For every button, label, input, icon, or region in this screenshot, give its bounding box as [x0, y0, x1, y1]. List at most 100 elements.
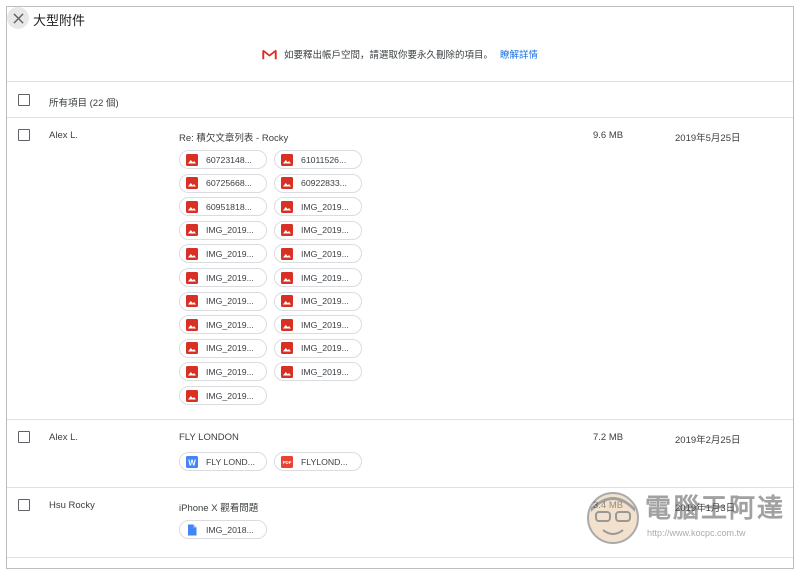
close-button[interactable] [7, 7, 29, 29]
attachment-name: 60725668... [206, 178, 252, 189]
svg-text:W: W [188, 458, 196, 467]
attachment-chip[interactable]: IMG_2019... [179, 291, 267, 311]
attachment-chip[interactable]: 60723148... [179, 150, 267, 169]
close-icon [12, 12, 24, 24]
image-file-icon [186, 389, 198, 402]
attachment-name: IMG_2019... [301, 201, 349, 212]
attachment-name: IMG_2019... [301, 319, 349, 330]
attachment-name: IMG_2019... [301, 343, 349, 354]
attachment-chip[interactable]: IMG_2019... [179, 362, 267, 382]
attachment-chip[interactable]: IMG_2019... [274, 268, 362, 287]
image-file-icon [186, 224, 198, 237]
image-file-icon [281, 224, 293, 237]
learn-more-link[interactable]: 瞭解詳情 [500, 47, 538, 61]
row-subject: Re: 積欠文章列表 - Rocky [179, 133, 289, 144]
document-file-icon [186, 524, 198, 536]
attachment-chip[interactable]: IMG_2019... [274, 220, 362, 240]
mascot-logo-icon [587, 492, 639, 544]
attachment-chip[interactable]: IMG_2019... [274, 315, 362, 335]
select-all-checkbox[interactable] [18, 94, 30, 106]
row-date: 2019年5月25日 [675, 133, 741, 144]
attachment-name: IMG_2019... [206, 248, 254, 259]
attachment-name: IMG_2019... [301, 366, 349, 377]
attachment-name: IMG_2019... [206, 343, 254, 354]
attachment-chip[interactable]: 60922833... [274, 173, 362, 193]
attachment-name: 61011526... [301, 154, 347, 165]
image-file-icon [281, 318, 293, 331]
attachment-name: IMG_2019... [301, 296, 349, 307]
attachment-chip[interactable]: IMG_2019... [274, 244, 362, 264]
row-size: 9.6 MB [593, 130, 624, 141]
word-file-icon: W [186, 455, 198, 468]
large-attachments-dialog: 大型附件 如要釋出帳戶空間，請選取你要永久刪除的項目。 瞭解詳情 所有項目 (2… [6, 6, 794, 569]
attachment-chip[interactable]: IMG_2019... [274, 197, 362, 217]
image-file-icon [281, 271, 293, 284]
attachment-chip[interactable]: PDF FLYLOND... [274, 452, 362, 471]
row-checkbox[interactable] [18, 129, 30, 141]
attachment-chip[interactable]: IMG_2019... [179, 220, 267, 240]
image-file-icon [186, 177, 198, 190]
attachment-name: IMG_2018... [206, 524, 254, 535]
attachment-chip[interactable]: IMG_2019... [274, 362, 362, 382]
attachment-name: IMG_2019... [301, 272, 349, 283]
divider [7, 419, 793, 420]
divider [7, 117, 793, 118]
attachment-name: IMG_2019... [206, 390, 254, 401]
row-sender: Hsu Rocky [49, 500, 95, 511]
divider [7, 81, 793, 82]
attachment-name: IMG_2019... [301, 225, 349, 236]
image-file-icon [186, 271, 198, 284]
image-file-icon [281, 200, 293, 213]
image-file-icon [186, 342, 198, 355]
dialog-header: 大型附件 [7, 7, 793, 29]
site-watermark: 電腦王阿達 http://www.kocpc.com.tw [583, 484, 783, 554]
row-date: 2019年2月25日 [675, 435, 741, 446]
attachment-chip[interactable]: 60725668... [179, 173, 267, 193]
attachment-chip[interactable]: IMG_2019... [179, 315, 267, 335]
attachment-name: 60951818... [206, 201, 252, 212]
image-file-icon [186, 295, 198, 308]
gmail-icon [262, 49, 277, 60]
attachment-name: 60922833... [301, 178, 347, 189]
watermark-url: http://www.kocpc.com.tw [647, 528, 746, 538]
attachment-name: IMG_2019... [206, 272, 254, 283]
row-size: 7.2 MB [593, 432, 624, 443]
attachment-chip[interactable]: IMG_2019... [274, 338, 362, 358]
attachment-name: IMG_2019... [206, 225, 254, 236]
image-file-icon [186, 365, 198, 378]
image-file-icon [186, 318, 198, 331]
attachment-name: IMG_2019... [206, 319, 254, 330]
attachment-chip[interactable]: IMG_2019... [274, 291, 362, 311]
attachment-name: IMG_2019... [301, 248, 349, 259]
attachment-chip[interactable]: 61011526... [274, 150, 362, 169]
storage-notice: 如要釋出帳戶空間，請選取你要永久刪除的項目。 瞭解詳情 [7, 47, 793, 61]
attachment-name: IMG_2019... [206, 296, 254, 307]
row-subject: FLY LONDON [179, 432, 239, 443]
pdf-file-icon: PDF [281, 455, 293, 468]
row-checkbox[interactable] [18, 431, 30, 443]
attachment-name: 60723148... [206, 154, 252, 165]
image-file-icon [186, 200, 198, 213]
attachment-name: IMG_2019... [206, 366, 254, 377]
divider [7, 557, 793, 558]
attachment-chip[interactable]: IMG_2019... [179, 386, 267, 405]
dialog-title: 大型附件 [33, 13, 86, 28]
image-file-icon [281, 365, 293, 378]
notice-text: 如要釋出帳戶空間，請選取你要永久刪除的項目。 [283, 50, 493, 61]
select-all-label: 所有項目 (22 個) [49, 98, 119, 109]
row-checkbox[interactable] [18, 499, 30, 511]
attachment-chip[interactable]: 60951818... [179, 197, 267, 217]
attachment-chip[interactable]: IMG_2019... [179, 244, 267, 264]
image-file-icon [281, 295, 293, 308]
attachment-chip[interactable]: IMG_2018... [179, 520, 267, 539]
row-sender: Alex L. [49, 432, 79, 443]
row-subject: iPhone X 觀看問題 [179, 503, 259, 514]
image-file-icon [281, 247, 293, 260]
attachment-chip[interactable]: IMG_2019... [179, 268, 267, 287]
image-file-icon [186, 153, 198, 166]
image-file-icon [281, 177, 293, 190]
attachment-chip[interactable]: IMG_2019... [179, 338, 267, 358]
watermark-text: 電腦王阿達 [645, 494, 786, 524]
attachment-chip[interactable]: W FLY LOND... [179, 452, 267, 471]
attachment-name: FLYLOND... [301, 456, 348, 467]
